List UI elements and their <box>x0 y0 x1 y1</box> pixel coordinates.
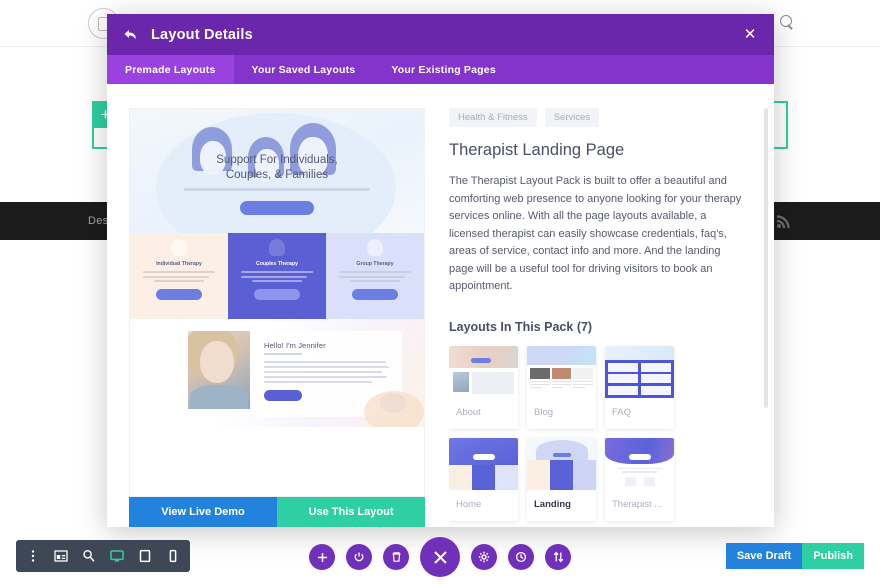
save-draft-button[interactable]: Save Draft <box>725 543 803 569</box>
thumbnail-art <box>527 345 596 398</box>
preview-about-heading: Hello! I'm Jennifer <box>264 341 326 350</box>
settings-icon[interactable] <box>471 544 497 570</box>
view-live-demo-button[interactable]: View Live Demo <box>129 497 277 527</box>
search-icon[interactable] <box>780 15 795 30</box>
pack-heading: Layouts In This Pack (7) <box>449 319 593 334</box>
back-arrow-icon[interactable] <box>123 27 139 43</box>
trash-icon[interactable] <box>383 544 409 570</box>
thumbnail-art <box>449 437 518 490</box>
sort-icon[interactable] <box>545 544 571 570</box>
use-this-layout-button[interactable]: Use This Layout <box>277 497 425 527</box>
modal-header: Layout Details ✕ <box>107 14 774 55</box>
layout-title: Therapist Landing Page <box>449 141 625 159</box>
close-icon[interactable] <box>420 537 460 577</box>
layout-thumb-about[interactable]: About <box>449 345 518 429</box>
preview-therapy-columns: Individual Therapy Couples Therapy Group… <box>130 233 424 319</box>
preview-action-buttons: View Live Demo Use This Layout <box>129 497 425 527</box>
thumbnail-art <box>527 437 596 490</box>
builder-bottom-toolbar: Save Draft Publish <box>0 527 880 585</box>
tag-health-fitness[interactable]: Health & Fitness <box>449 108 537 127</box>
rss-icon[interactable] <box>776 213 792 229</box>
power-icon[interactable] <box>346 544 372 570</box>
layout-info-column: Health & Fitness Services Therapist Land… <box>449 108 752 527</box>
close-icon[interactable]: ✕ <box>742 27 758 42</box>
thumb-label: Blog <box>534 406 554 418</box>
phone-icon[interactable] <box>166 549 180 563</box>
layout-preview-column: Support For Individuals, Couples, & Fami… <box>129 108 425 527</box>
thumbnail-art <box>605 437 674 490</box>
thumb-label: About <box>456 406 481 418</box>
modal-title: Layout Details <box>151 26 253 43</box>
tag-services[interactable]: Services <box>544 108 600 127</box>
layout-thumbnail-grid: About Blog FAQ Home Landing Therapist ..… <box>449 345 746 528</box>
tab-your-existing-pages[interactable]: Your Existing Pages <box>373 55 514 84</box>
tab-your-saved-layouts[interactable]: Your Saved Layouts <box>234 55 374 84</box>
layout-details-modal: Layout Details ✕ Premade Layouts Your Sa… <box>107 14 774 527</box>
preview-hero-button <box>240 201 314 215</box>
view-mode-toolbar <box>16 540 190 572</box>
wireframe-icon[interactable] <box>54 549 68 563</box>
thumbnail-art <box>449 345 518 398</box>
layout-thumb-home[interactable]: Home <box>449 437 518 521</box>
layout-thumb-landing[interactable]: Landing <box>527 437 596 521</box>
preview-column-group: Group Therapy <box>326 233 424 319</box>
modal-body: Support For Individuals, Couples, & Fami… <box>107 84 774 527</box>
preview-hero-title: Support For Individuals, Couples, & Fami… <box>216 154 338 181</box>
thumb-label: Home <box>456 498 482 510</box>
modal-scrollbar[interactable] <box>764 108 768 408</box>
thumb-label: Landing <box>534 498 571 510</box>
modal-tab-bar: Premade Layouts Your Saved Layouts Your … <box>107 55 774 84</box>
preview-portrait-photo <box>188 331 250 409</box>
layout-thumb-blog[interactable]: Blog <box>527 345 596 429</box>
tablet-icon[interactable] <box>138 549 152 563</box>
desktop-icon[interactable] <box>110 549 124 563</box>
layout-thumb-therapist[interactable]: Therapist ... <box>605 437 674 521</box>
add-icon[interactable] <box>309 544 335 570</box>
zoom-icon[interactable] <box>82 549 96 563</box>
tab-premade-layouts[interactable]: Premade Layouts <box>107 55 234 84</box>
thumbnail-art <box>605 345 674 398</box>
layout-thumb-faq[interactable]: FAQ <box>605 345 674 429</box>
builder-action-buttons <box>309 537 571 577</box>
save-publish-group: Save Draft Publish <box>725 543 864 569</box>
layout-preview-image[interactable]: Support For Individuals, Couples, & Fami… <box>129 108 425 497</box>
thumb-label: Therapist ... <box>612 498 663 510</box>
thumb-label: FAQ <box>612 406 632 418</box>
preview-about-section: Hello! I'm Jennifer <box>130 319 424 427</box>
preview-column-individual: Individual Therapy <box>130 233 228 319</box>
publish-button[interactable]: Publish <box>802 543 864 569</box>
kebab-menu-icon[interactable] <box>26 549 40 563</box>
history-icon[interactable] <box>508 544 534 570</box>
category-tags: Health & Fitness Services <box>449 108 746 127</box>
preview-column-couples: Couples Therapy <box>228 233 326 319</box>
layout-description: The Therapist Layout Pack is built to of… <box>449 175 742 292</box>
preview-hero: Support For Individuals, Couples, & Fami… <box>130 109 424 233</box>
